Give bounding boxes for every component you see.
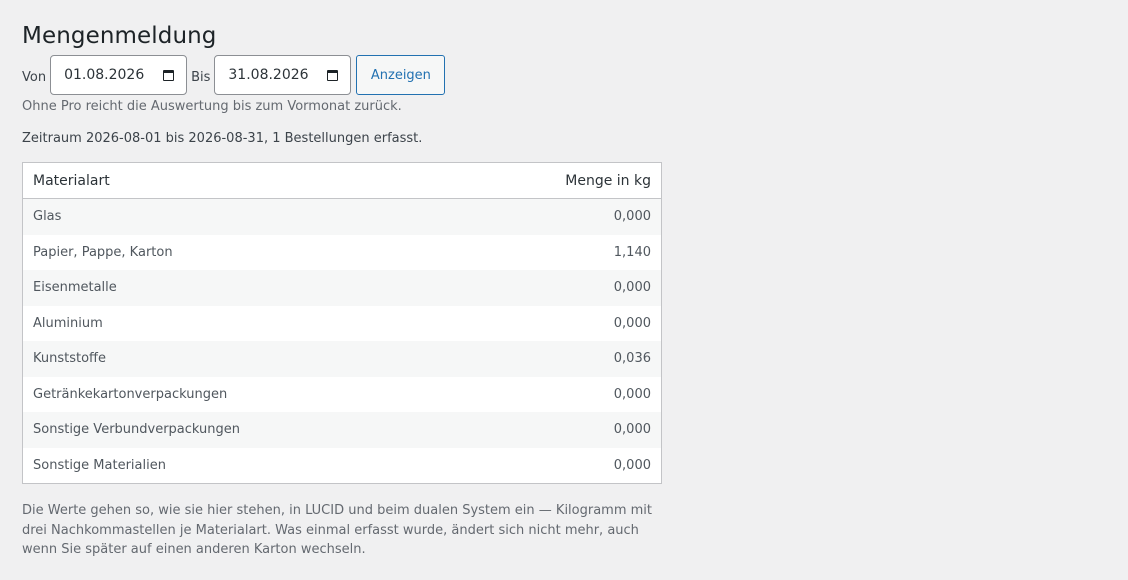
table-row: Aluminium 0,000 [23, 306, 661, 342]
from-date-input[interactable]: 01.08.2026 [50, 55, 188, 95]
from-date-value: 01.08.2026 [64, 67, 145, 83]
material-amount: 0,000 [613, 280, 651, 296]
table-row: Getränkekartonverpackungen 0,000 [23, 377, 661, 413]
from-label: Von [22, 69, 47, 85]
material-name: Papier, Pappe, Karton [33, 244, 173, 260]
material-name: Getränkekartonverpackungen [33, 386, 228, 402]
page-title: Mengenmeldung [22, 23, 217, 49]
material-name: Sonstige Verbundverpackungen [33, 422, 241, 438]
to-label: Bis [191, 69, 211, 85]
material-amount: 0,036 [613, 351, 651, 367]
page-content: Mengenmeldung Von 01.08.2026 Bis 31.08.2… [22, 20, 722, 560]
pro-notice: Ohne Pro reicht die Auswertung bis zum V… [22, 99, 402, 114]
table-row: Kunststoffe 0,036 [23, 341, 661, 377]
calendar-icon[interactable] [327, 69, 339, 81]
show-button[interactable]: Anzeigen [356, 55, 446, 95]
material-amount: 0,000 [613, 315, 651, 331]
material-amount: 0,000 [613, 386, 651, 402]
calendar-icon[interactable] [163, 69, 175, 81]
table-row: Glas 0,000 [23, 199, 661, 235]
column-header-amount: Menge in kg [565, 172, 651, 189]
material-amount: 0,000 [613, 457, 651, 473]
material-name: Eisenmetalle [33, 280, 117, 296]
to-date-input[interactable]: 31.08.2026 [214, 55, 352, 95]
material-amount: 1,140 [613, 244, 651, 260]
table-row: Papier, Pappe, Karton 1,140 [23, 235, 661, 271]
date-filter-form: Von 01.08.2026 Bis 31.08.2026 Anzeigen [22, 55, 722, 95]
table-header: Materialart Menge in kg [23, 163, 661, 199]
table-row: Sonstige Materialien 0,000 [23, 448, 661, 484]
table-row: Sonstige Verbundverpackungen 0,000 [23, 412, 661, 448]
to-date-value: 31.08.2026 [228, 67, 309, 83]
material-amount: 0,000 [613, 422, 651, 438]
column-header-material: Materialart [33, 172, 110, 189]
footer-explanation: Die Werte gehen so, wie sie hier stehen,… [22, 503, 653, 557]
table-row: Eisenmetalle 0,000 [23, 270, 661, 306]
material-name: Aluminium [33, 315, 103, 331]
material-name: Sonstige Materialien [33, 457, 166, 473]
period-summary: Zeitraum 2026-08-01 bis 2026-08-31, 1 Be… [22, 131, 423, 146]
material-table: Materialart Menge in kg Glas 0,000 Papie… [22, 162, 662, 484]
material-amount: 0,000 [613, 209, 651, 225]
material-name: Kunststoffe [33, 351, 107, 367]
material-name: Glas [33, 209, 62, 225]
